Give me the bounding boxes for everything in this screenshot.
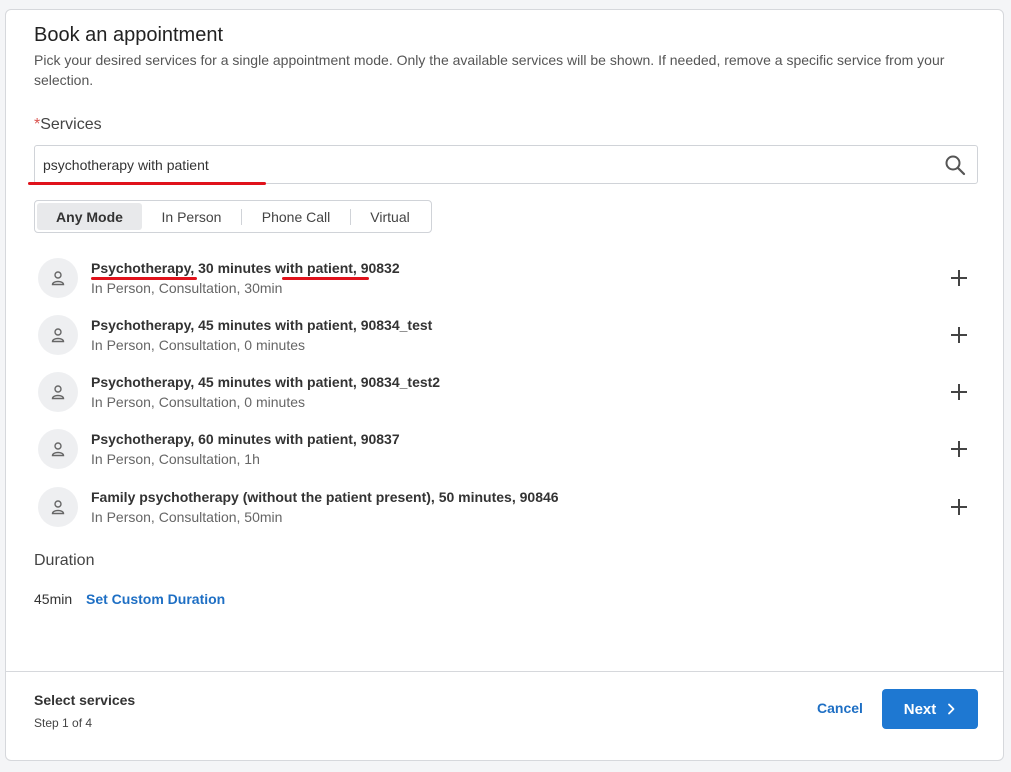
service-name: Psychotherapy, 60 minutes with patient, …: [91, 431, 400, 447]
annotation-underline-with-patient: [282, 277, 369, 280]
service-name: Psychotherapy, 45 minutes with patient, …: [91, 374, 441, 390]
footer-divider: [6, 671, 1003, 672]
duration-label: Duration: [34, 552, 95, 569]
services-label: *Services: [34, 116, 102, 134]
person-icon: [38, 429, 78, 469]
mode-tab-in-person[interactable]: In Person: [142, 203, 241, 230]
appointment-mode-tabs: Any Mode In Person Phone Call Virtual: [34, 200, 432, 233]
service-search-input[interactable]: [43, 146, 923, 183]
plus-icon[interactable]: [948, 438, 970, 460]
mode-tab-phone-call[interactable]: Phone Call: [242, 203, 350, 230]
page-description: Pick your desired services for a single …: [34, 52, 945, 88]
service-name: Psychotherapy, 30 minutes with patient, …: [91, 260, 400, 276]
person-icon: [38, 258, 78, 298]
annotation-underline-search: [28, 182, 266, 185]
plus-icon[interactable]: [948, 324, 970, 346]
service-name: Family psychotherapy (without the patien…: [91, 489, 559, 505]
set-custom-duration-link[interactable]: Set Custom Duration: [86, 591, 225, 607]
next-button-label: Next: [903, 700, 937, 718]
service-meta: In Person, Consultation, 0 minutes: [91, 337, 306, 353]
mode-tab-label: Phone Call: [261, 208, 331, 225]
service-list-item: Psychotherapy, 45 minutes with patient, …: [38, 310, 978, 360]
person-icon: [38, 487, 78, 527]
mode-tab-label: Any Mode: [56, 208, 123, 225]
service-meta: In Person, Consultation, 0 minutes: [91, 394, 306, 410]
service-list-item: Psychotherapy, 45 minutes with patient, …: [38, 367, 978, 417]
duration-value: 45min: [34, 591, 73, 607]
mode-tab-virtual[interactable]: Virtual: [351, 203, 429, 230]
next-button[interactable]: Next: [882, 689, 978, 729]
annotation-underline-psychotherapy: [91, 277, 197, 280]
page-title: Book an appointment: [34, 24, 224, 46]
search-icon[interactable]: [943, 153, 967, 177]
step-indicator: Step 1 of 4: [34, 716, 93, 730]
mode-tab-label: Virtual: [370, 208, 410, 225]
cancel-button[interactable]: Cancel: [817, 700, 863, 716]
person-icon: [38, 315, 78, 355]
step-title: Select services: [34, 692, 136, 708]
mode-tab-any[interactable]: Any Mode: [37, 203, 142, 230]
chevron-right-icon: [948, 703, 955, 715]
person-icon: [38, 372, 78, 412]
booking-dialog: Book an appointment Pick your desired se…: [5, 9, 1004, 761]
service-search-box: [34, 145, 978, 184]
services-label-text: Services: [40, 116, 102, 133]
plus-icon[interactable]: [948, 381, 970, 403]
plus-icon[interactable]: [948, 267, 970, 289]
plus-icon[interactable]: [948, 496, 970, 518]
service-list-item: Family psychotherapy (without the patien…: [38, 482, 978, 532]
service-meta: In Person, Consultation, 30min: [91, 280, 283, 296]
mode-tab-label: In Person: [161, 208, 222, 225]
service-meta: In Person, Consultation, 1h: [91, 451, 260, 467]
service-meta: In Person, Consultation, 50min: [91, 509, 283, 525]
service-name: Psychotherapy, 45 minutes with patient, …: [91, 317, 433, 333]
service-list-item: Psychotherapy, 60 minutes with patient, …: [38, 424, 978, 474]
